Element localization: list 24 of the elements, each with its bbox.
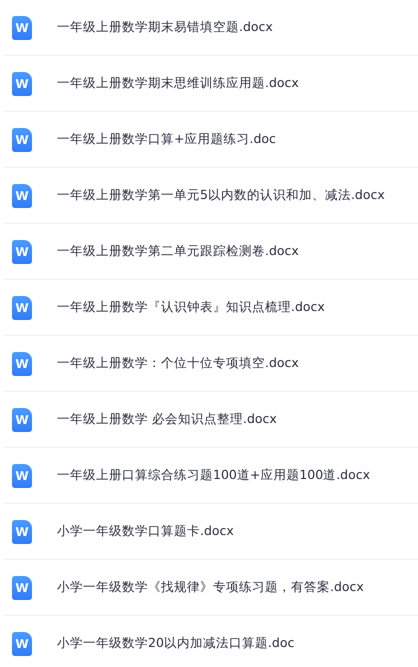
word-document-icon: W [12,576,32,600]
word-document-icon: W [12,352,32,376]
file-name[interactable]: 一年级上册数学期末易错填空题.docx [57,19,273,36]
file-name[interactable]: 一年级上册数学：个位十位专项填空.docx [57,355,299,372]
word-document-icon: W [12,16,32,40]
word-document-icon: W [12,72,32,96]
word-document-icon: W [12,240,32,264]
file-name[interactable]: 一年级上册数学口算+应用题练习.doc [57,131,276,148]
word-document-icon: W [12,632,32,656]
file-name[interactable]: 一年级上册数学『认识钟表』知识点梳理.docx [57,299,325,316]
word-document-icon: W [12,408,32,432]
word-document-icon: W [12,128,32,152]
file-name[interactable]: 小学一年级数学口算题卡.docx [57,523,234,540]
file-name[interactable]: 一年级上册数学期末思维训练应用题.docx [57,75,299,92]
file-name[interactable]: 小学一年级数学《找规律》专项练习题，有答案.docx [57,579,364,596]
file-name[interactable]: 小学一年级数学20以内加减法口算题.doc [57,635,294,652]
word-document-icon: W [12,296,32,320]
file-name[interactable]: 一年级上册数学 必会知识点整理.docx [57,411,277,428]
word-document-icon: W [12,464,32,488]
word-document-icon: W [12,184,32,208]
file-name[interactable]: 一年级上册数学第一单元5以内数的认识和加、减法.docx [57,187,385,204]
file-name[interactable]: 一年级上册口算综合练习题100道+应用题100道.docx [57,467,370,484]
file-name[interactable]: 一年级上册数学第二单元跟踪检测卷.docx [57,243,299,260]
word-document-icon: W [12,520,32,544]
